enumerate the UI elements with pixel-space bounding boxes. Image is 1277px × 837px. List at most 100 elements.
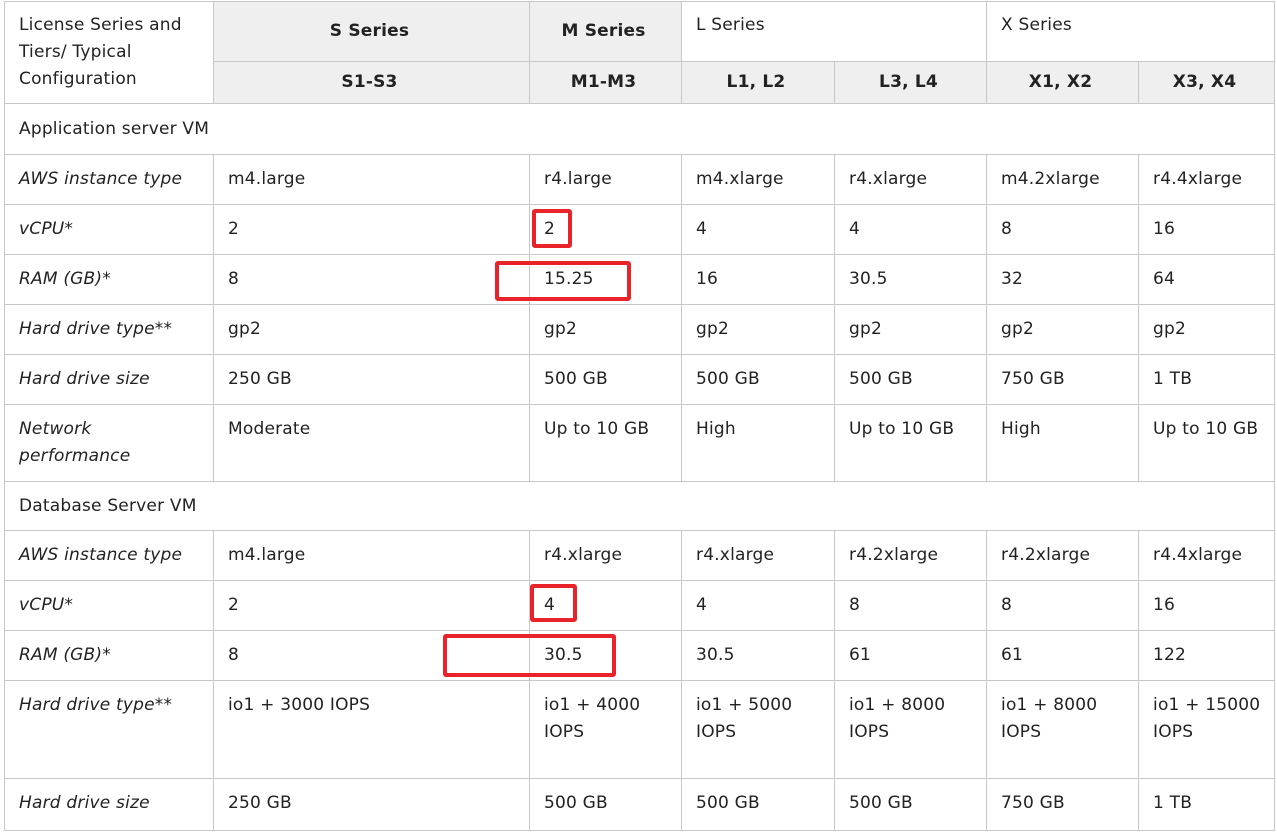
highlight-box-app-ram <box>495 261 631 301</box>
row-label: vCPU* <box>4 580 214 631</box>
table-cell: io1 + 8000 IOPS <box>833 680 988 779</box>
table-cell: r4.large <box>529 154 682 205</box>
table-cell: 8 <box>986 204 1140 255</box>
table-cell: 61 <box>986 630 1140 681</box>
table-cell: 4 <box>681 204 835 255</box>
table-cell: gp2 <box>529 304 682 355</box>
table-row: AWS instance type m4.large r4.xlarge r4.xla… <box>4 530 1276 581</box>
table-cell: r4.4xlarge <box>1138 530 1276 581</box>
header-corner-cell: License Series and Tiers/ Typical Config… <box>4 1 214 104</box>
table-cell: High <box>681 404 835 482</box>
table-cell: 16 <box>681 254 835 305</box>
table-row: AWS instance type m4.large r4.large m4.xlar… <box>4 154 1276 205</box>
license-config-table: License Series and Tiers/ Typical Config… <box>3 1 1276 831</box>
table-cell: Up to 10 GB <box>1138 404 1276 482</box>
section-header-row: Application server VM <box>3 103 1276 155</box>
header-series-l: L Series <box>680 1 988 62</box>
table-row: Network performance Moderate Up to 10 GB Hi… <box>4 404 1276 482</box>
header-tier-s1-s3: S1-S3 <box>213 61 530 104</box>
table-cell: io1 + 4000 IOPS <box>529 680 682 779</box>
table-cell: gp2 <box>681 304 835 355</box>
table-row: vCPU* 2 2 4 4 8 16 <box>4 204 1276 255</box>
table-cell: gp2 <box>833 304 988 355</box>
table-cell: 61 <box>833 630 988 681</box>
table-cell: 30.5 <box>681 630 835 681</box>
header-tier-l1-l2: L1, L2 <box>681 61 835 104</box>
row-label: Hard drive type** <box>4 680 214 779</box>
table-cell: 500 GB <box>529 778 682 831</box>
table-cell: io1 + 8000 IOPS <box>986 680 1140 779</box>
table-cell: 500 GB <box>833 354 988 405</box>
table-row: Hard drive type** io1 + 3000 IOPS io1 + 40… <box>4 680 1276 779</box>
row-label: RAM (GB)* <box>4 630 214 681</box>
header-series-x: X Series <box>986 1 1276 62</box>
row-label: AWS instance type <box>4 154 214 205</box>
table-cell: 750 GB <box>986 778 1140 831</box>
table-cell: 8 <box>986 580 1140 631</box>
table-cell: 500 GB <box>833 778 988 831</box>
table-cell: 1 TB <box>1138 354 1276 405</box>
highlight-box-db-vcpu <box>530 584 577 622</box>
table-cell: 64 <box>1138 254 1276 305</box>
row-label: Hard drive size <box>4 354 214 405</box>
header-row-series: License Series and Tiers/ Typical Config… <box>4 1 1276 104</box>
table-row: RAM (GB)* 8 30.5 30.5 61 61 122 <box>4 630 1276 681</box>
table-cell: Up to 10 GB <box>529 404 682 482</box>
table-cell: 500 GB <box>681 354 835 405</box>
table-cell: m4.2xlarge <box>986 154 1140 205</box>
table-cell: 8 <box>213 254 530 305</box>
table-cell: 30.5 <box>833 254 988 305</box>
table-cell: Up to 10 GB <box>833 404 988 482</box>
table-row: Hard drive size 250 GB 500 GB 500 GB 500 GB 7… <box>4 778 1276 831</box>
table-cell: r4.2xlarge <box>833 530 988 581</box>
table-cell: 500 GB <box>529 354 682 405</box>
table-cell: r4.4xlarge <box>1138 154 1276 205</box>
table-cell: 4 <box>681 580 835 631</box>
section-header-row: Database Server VM <box>3 481 1276 531</box>
row-label: Hard drive size <box>4 778 214 831</box>
table-cell: r4.xlarge <box>529 530 682 581</box>
row-label: RAM (GB)* <box>4 254 214 305</box>
header-tier-x3-x4: X3, X4 <box>1138 61 1276 104</box>
table-row: Hard drive type** gp2 gp2 gp2 gp2 gp2 gp2 <box>4 304 1276 355</box>
table-cell: 250 GB <box>213 778 530 831</box>
table-cell: r4.xlarge <box>681 530 835 581</box>
table-cell: 122 <box>1138 630 1276 681</box>
table-cell: 4 <box>833 204 988 255</box>
table-cell: 2 <box>213 204 530 255</box>
header-tier-x1-x2: X1, X2 <box>986 61 1140 104</box>
table-cell: r4.xlarge <box>833 154 988 205</box>
table-row: Hard drive size 250 GB 500 GB 500 GB 500 GB 7… <box>4 354 1276 405</box>
table-cell: 1 TB <box>1138 778 1276 831</box>
highlight-box-db-ram <box>443 634 616 677</box>
table-cell: 250 GB <box>213 354 530 405</box>
table-cell: gp2 <box>986 304 1140 355</box>
section-title: Application server VM <box>3 103 1276 155</box>
table-cell: io1 + 3000 IOPS <box>213 680 530 779</box>
table-cell: 2 <box>213 580 530 631</box>
table-cell: 500 GB <box>681 778 835 831</box>
table-cell: 16 <box>1138 580 1276 631</box>
table-row: vCPU* 2 4 4 8 8 16 <box>4 580 1276 631</box>
table-cell: 32 <box>986 254 1140 305</box>
section-title: Database Server VM <box>3 481 1276 531</box>
table-row: RAM (GB)* 8 15.25 16 30.5 32 64 <box>4 254 1276 305</box>
table-cell: 16 <box>1138 204 1276 255</box>
table-cell: Moderate <box>213 404 530 482</box>
table-cell: io1 + 15000 IOPS <box>1138 680 1276 779</box>
row-label: Network performance <box>4 404 214 482</box>
table-cell: gp2 <box>213 304 530 355</box>
table-cell: m4.large <box>213 154 530 205</box>
table-cell: m4.xlarge <box>681 154 835 205</box>
table-cell: r4.2xlarge <box>986 530 1140 581</box>
row-label: vCPU* <box>4 204 214 255</box>
header-tier-m1-m3: M1-M3 <box>529 61 682 104</box>
highlight-box-app-vcpu <box>532 209 572 248</box>
row-label: AWS instance type <box>4 530 214 581</box>
table-cell: 8 <box>833 580 988 631</box>
table-cell: High <box>986 404 1140 482</box>
table-cell: gp2 <box>1138 304 1276 355</box>
table-cell: io1 + 5000 IOPS <box>681 680 835 779</box>
table-cell: 750 GB <box>986 354 1140 405</box>
header-series-s: S Series <box>213 1 530 62</box>
